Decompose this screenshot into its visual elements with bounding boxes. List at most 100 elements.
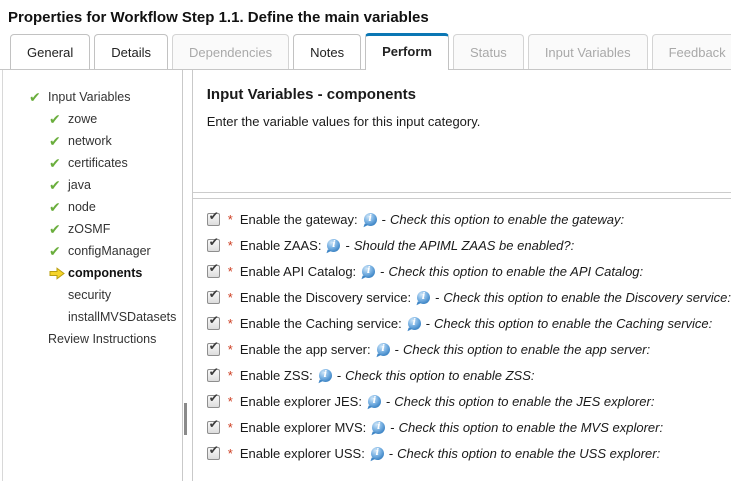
variable-label: Enable the Discovery service: [239,289,412,305]
tab-notes[interactable]: Notes [293,34,362,69]
variable-description: Check this option to enable the API Cata… [388,263,644,279]
variable-row-enable-api-catalog: ✔ * Enable API Catalog: i - Check this option… [206,258,731,284]
variable-description: Check this option to enable the Discover… [443,289,731,305]
check-icon: ✔ [49,242,61,259]
checkbox[interactable]: ✔ [206,313,220,330]
info-icon[interactable]: i [407,316,421,330]
variable-description: Check this option to enable the USS expl… [397,445,661,461]
sidebar-item-label: configManager [68,244,151,258]
checkmark-icon: ✔ [208,364,219,379]
tab-bar: General Details Dependencies Notes Perform St… [0,32,731,70]
checkbox[interactable]: ✔ [206,287,220,304]
checkmark-icon: ✔ [208,286,219,301]
sidebar-item-security[interactable]: security [3,284,182,306]
sidebar-item-label: installMVSDatasets [68,310,177,324]
info-icon[interactable]: i [362,264,376,278]
tab-perform[interactable]: Perform [365,33,449,70]
tab-details[interactable]: Details [94,34,168,69]
sidebar-item-review-instructions[interactable]: Review Instructions [3,328,182,350]
check-icon: ✔ [29,88,41,105]
info-letter: i [375,447,380,459]
checkbox[interactable]: ✔ [206,339,220,356]
main-panel: Input Variables - components Enter the v… [191,70,731,481]
scrollbar-thumb[interactable] [183,403,187,435]
info-icon[interactable]: i [372,420,386,434]
separator-dash: - [435,289,440,305]
sidebar-item-label: security [68,288,112,302]
required-marker: * [227,237,233,253]
variable-row-enable-explorer-uss: ✔ * Enable explorer USS: i - Check this optio… [206,440,731,466]
checkbox[interactable]: ✔ [206,261,220,278]
required-marker: * [227,289,233,305]
sidebar-item-certificates[interactable]: ✔ certificates [3,152,182,174]
variable-description: Check this option to enable the gateway: [389,211,625,227]
sidebar-item-label: node [68,200,96,214]
variable-row-enable-zss: ✔ * Enable ZSS: i - Check this option to enab… [206,362,731,388]
checkbox[interactable]: ✔ [206,417,220,434]
variable-description: Check this option to enable ZSS: [345,367,535,383]
variable-label: Enable the app server: [239,341,371,357]
checkmark-icon: ✔ [208,338,219,353]
sidebar-item-zowe[interactable]: ✔ zowe [3,108,182,130]
sidebar-item-configmanager[interactable]: ✔ configManager [3,240,182,262]
sidebar-item-label: zOSMF [68,222,111,236]
section-heading: Input Variables - components [206,86,416,103]
info-letter: i [366,265,371,277]
tab-general[interactable]: General [10,34,91,69]
variable-label: Enable the gateway: [239,211,358,227]
info-icon[interactable]: i [327,238,341,252]
info-icon[interactable]: i [370,446,384,460]
info-icon[interactable]: i [417,290,431,304]
section-subheading: Enter the variable values for this input… [206,114,481,129]
info-icon[interactable]: i [367,394,381,408]
sidebar-item-network[interactable]: ✔ network [3,130,182,152]
sidebar-scrollbar[interactable] [181,70,192,481]
sidebar-item-node[interactable]: ✔ node [3,196,182,218]
tab-input-variables[interactable]: Input Variables [527,34,648,69]
info-letter: i [421,291,426,303]
sidebar-item-components[interactable]: components [3,262,182,284]
check-icon: ✔ [49,154,61,171]
check-icon: ✔ [49,198,61,215]
sidebar-tree: ✔ Input Variables ✔ zowe ✔ network ✔ certificat… [2,70,182,481]
checkbox[interactable]: ✔ [206,209,220,226]
variable-label: Enable API Catalog: [239,263,357,279]
arrow-right-icon [49,266,68,280]
variables-list: ✔ * Enable the gateway: i - Check this option… [192,198,731,481]
required-marker: * [227,445,233,461]
checkbox[interactable]: ✔ [206,391,220,408]
sidebar-item-input-variables[interactable]: ✔ Input Variables [3,86,182,108]
check-icon: ✔ [49,176,61,193]
separator-dash: - [425,315,431,331]
info-letter: i [332,239,336,251]
checkmark-icon: ✔ [208,390,219,405]
separator-dash: - [385,393,391,409]
info-icon[interactable]: i [318,368,332,382]
separator-dash: - [381,211,386,227]
info-icon[interactable]: i [376,342,390,356]
checkbox[interactable]: ✔ [206,365,220,382]
checkbox[interactable]: ✔ [206,443,220,460]
info-icon[interactable]: i [363,212,377,226]
variable-description: Check this option to enable the MVS expl… [398,419,664,435]
sidebar-item-zosmf[interactable]: ✔ zOSMF [3,218,182,240]
tab-feedback[interactable]: Feedback [651,34,731,69]
variable-row-enable-zaas: ✔ * Enable ZAAS: i - Should the APIML ZAAS be… [206,232,731,258]
variable-row-enable-explorer-jes: ✔ * Enable explorer JES: i - Check this optio… [206,388,731,414]
checkmark-icon: ✔ [208,234,219,249]
separator-dash: - [345,237,350,253]
page-title: Properties for Workflow Step 1.1. Define… [8,9,429,26]
sidebar-item-java[interactable]: ✔ java [3,174,182,196]
info-letter: i [376,421,381,433]
tab-dependencies[interactable]: Dependencies [172,34,290,69]
sidebar-item-label: java [68,178,91,192]
variable-label: Enable the Caching service: [239,315,402,331]
tab-status[interactable]: Status [452,34,524,69]
separator-dash: - [390,419,395,435]
checkbox[interactable]: ✔ [206,235,220,252]
required-marker: * [227,341,233,357]
separator-dash: - [388,445,394,461]
sidebar-item-installmvsdatasets[interactable]: installMVSDatasets [3,306,182,328]
info-letter: i [372,395,377,407]
variable-label: Enable ZAAS: [239,237,322,253]
